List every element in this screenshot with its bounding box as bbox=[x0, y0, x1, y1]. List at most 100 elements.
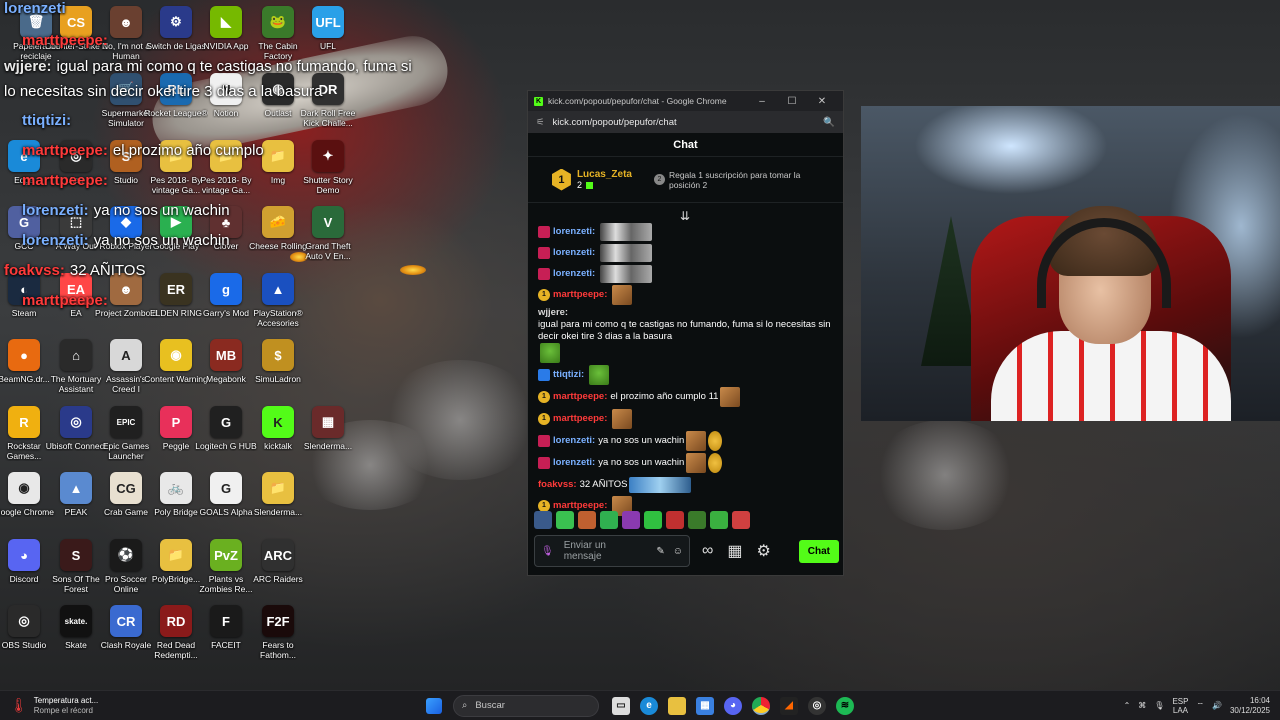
faceit-taskbar-icon[interactable]: ◢ bbox=[780, 696, 798, 715]
chat-username[interactable]: foakvss: bbox=[538, 479, 577, 491]
app-icon: ▲ bbox=[262, 273, 294, 305]
desktop-icon[interactable]: ▦ Slenderma... bbox=[296, 406, 360, 451]
tray-overflow-icon[interactable]: ⌃ bbox=[1124, 701, 1131, 710]
task-view-icon[interactable]: ▭ bbox=[612, 696, 630, 715]
quick-emote-icon[interactable] bbox=[578, 511, 596, 529]
chat-message[interactable]: lorenzeti: bbox=[538, 263, 835, 284]
discord-taskbar-icon[interactable]: ◕ bbox=[724, 696, 742, 715]
quick-emote-icon[interactable] bbox=[732, 511, 750, 529]
weather-widget[interactable]: 🌡 Temperatura act... Rompe el récord bbox=[0, 696, 400, 716]
taskbar-search[interactable]: ⌕ Buscar bbox=[453, 694, 599, 717]
quick-emote-icon[interactable] bbox=[688, 511, 706, 529]
volume-icon[interactable]: 🔊 bbox=[1212, 701, 1222, 710]
chat-username[interactable]: lorenzeti: bbox=[553, 268, 595, 280]
file-explorer-icon[interactable] bbox=[668, 696, 686, 715]
desktop-icon[interactable]: F2F Fears to Fathom... bbox=[246, 605, 310, 660]
gifter-badge-icon: 1 bbox=[538, 289, 550, 301]
chat-username[interactable]: lorenzeti: bbox=[553, 247, 595, 259]
chat-username[interactable]: lorenzeti: bbox=[553, 435, 595, 447]
quick-emote-icon[interactable] bbox=[710, 511, 728, 529]
emote-icon[interactable] bbox=[540, 343, 560, 363]
emote-icon[interactable] bbox=[720, 387, 741, 407]
quick-emote-icon[interactable] bbox=[644, 511, 662, 529]
emote-icon[interactable] bbox=[612, 409, 633, 429]
leader-name[interactable]: Lucas_Zeta bbox=[577, 169, 632, 180]
chat-message[interactable]: foakvss: 32 AÑITOS bbox=[538, 474, 835, 495]
wifi-icon[interactable]: ⌔ bbox=[1196, 701, 1204, 711]
clock[interactable]: 16:04 30/12/2025 bbox=[1230, 696, 1270, 716]
store-icon[interactable]: ▦ bbox=[727, 541, 742, 561]
send-chat-button[interactable]: Chat bbox=[798, 539, 839, 563]
chat-message-text: igual para mi como q te castigas no fuma… bbox=[538, 319, 831, 342]
minimize-button[interactable]: – bbox=[747, 96, 777, 107]
chat-username[interactable]: marttpeepe: bbox=[553, 391, 607, 403]
quick-emote-icon[interactable] bbox=[622, 511, 640, 529]
desktop-icon[interactable]: ARC ARC Raiders bbox=[246, 539, 310, 584]
chat-message[interactable]: lorenzeti: bbox=[538, 221, 835, 242]
emote-icon[interactable] bbox=[612, 285, 633, 305]
chrome-taskbar-icon[interactable] bbox=[752, 696, 770, 715]
chat-username[interactable]: lorenzeti: bbox=[553, 226, 595, 238]
chat-message[interactable]: 1 marttpeepe: bbox=[538, 284, 835, 306]
chat-message[interactable]: 1 marttpeepe: el prozimo año cumplo 11 bbox=[538, 386, 835, 408]
chat-message-list[interactable]: lorenzeti: lorenzeti: lorenzeti: 1 marttpeep… bbox=[528, 221, 843, 516]
maximize-button[interactable]: ☐ bbox=[777, 96, 807, 107]
chat-username[interactable]: lorenzeti: bbox=[553, 457, 595, 469]
translate-icon[interactable]: ✎ bbox=[656, 546, 664, 557]
chat-message[interactable]: lorenzeti: ya no sos un wachin bbox=[538, 430, 835, 452]
emote-icon[interactable] bbox=[708, 431, 723, 451]
mic-icon[interactable]: 🎙 bbox=[541, 546, 554, 557]
language-indicator[interactable]: ESP LAA bbox=[1172, 697, 1188, 715]
desktop-icon[interactable]: UFL UFL bbox=[296, 6, 360, 51]
leader-slot-2[interactable]: 2 Regala 1 suscripción para tomar la pos… bbox=[653, 170, 831, 190]
app-icon: ☻ bbox=[110, 6, 142, 38]
app-icon: G bbox=[210, 406, 242, 438]
windows-start-icon[interactable] bbox=[426, 697, 442, 714]
obs-taskbar-icon[interactable]: ◎ bbox=[808, 696, 826, 715]
spotify-icon[interactable]: ≋ bbox=[836, 696, 854, 715]
chat-message[interactable]: ttiqtizi: bbox=[538, 364, 835, 386]
quick-emote-icon[interactable] bbox=[556, 511, 574, 529]
edge-icon[interactable]: e bbox=[640, 696, 658, 715]
window-titlebar[interactable]: K kick.com/popout/pepufor/chat - Google … bbox=[528, 91, 843, 111]
cheers-icon[interactable]: ∞ bbox=[702, 542, 713, 560]
emote-icon[interactable] bbox=[629, 476, 692, 493]
emote-icon[interactable] bbox=[600, 222, 653, 241]
desktop-icon[interactable]: 📁 Slenderma... bbox=[246, 472, 310, 517]
desktop-icon[interactable]: ▲ PlayStation® Accesories bbox=[246, 273, 310, 328]
overlay-username: ttiqtizi: bbox=[22, 112, 72, 129]
desktop-icon[interactable]: ✦ Shutter Story Demo bbox=[296, 140, 360, 195]
chat-message[interactable]: wjjere: igual para mi como q te castigas … bbox=[538, 306, 835, 364]
microphone-tray-icon[interactable]: 🎙 bbox=[1154, 701, 1164, 710]
app-icon: V bbox=[312, 206, 344, 238]
network-icon[interactable]: ⌘ bbox=[1138, 701, 1146, 710]
chat-message[interactable]: 1 marttpeepe: bbox=[538, 408, 835, 430]
site-settings-icon[interactable]: ⚟ bbox=[536, 117, 545, 128]
desktop-icon[interactable]: $ SimuLadron bbox=[246, 339, 310, 384]
settings-gear-icon[interactable]: ⚙ bbox=[757, 541, 771, 561]
emote-icon[interactable] bbox=[600, 264, 653, 283]
emote-icon[interactable] bbox=[600, 243, 653, 262]
quick-emote-icon[interactable] bbox=[534, 511, 552, 529]
quick-emote-icon[interactable] bbox=[600, 511, 618, 529]
address-bar[interactable]: ⚟ kick.com/popout/pepufor/chat 🔍 bbox=[528, 111, 843, 133]
chat-username[interactable]: marttpeepe: bbox=[553, 289, 607, 301]
zoom-icon[interactable]: 🔍 bbox=[823, 117, 835, 128]
emote-icon[interactable] bbox=[708, 453, 723, 473]
chat-message[interactable]: lorenzeti: ya no sos un wachin bbox=[538, 452, 835, 474]
chrome-chat-window[interactable]: K kick.com/popout/pepufor/chat - Google … bbox=[527, 90, 844, 576]
desktop-icon[interactable]: V Grand Theft Auto V En... bbox=[296, 206, 360, 261]
emote-icon[interactable] bbox=[686, 431, 707, 451]
chat-username[interactable]: marttpeepe: bbox=[553, 413, 607, 425]
chat-message[interactable]: lorenzeti: bbox=[538, 242, 835, 263]
emoji-icon[interactable]: ☺ bbox=[673, 546, 683, 557]
url-text[interactable]: kick.com/popout/pepufor/chat bbox=[553, 117, 824, 128]
close-button[interactable]: ✕ bbox=[807, 96, 837, 107]
store-app-icon[interactable]: ▦ bbox=[696, 696, 714, 715]
emote-icon[interactable] bbox=[686, 453, 707, 473]
chat-username[interactable]: ttiqtizi: bbox=[553, 369, 584, 381]
emote-icon[interactable] bbox=[589, 365, 610, 385]
chat-message-input[interactable]: 🎙 Enviar un mensaje ✎ ☺ bbox=[534, 535, 690, 567]
chat-username[interactable]: wjjere: bbox=[538, 307, 568, 319]
quick-emote-icon[interactable] bbox=[666, 511, 684, 529]
